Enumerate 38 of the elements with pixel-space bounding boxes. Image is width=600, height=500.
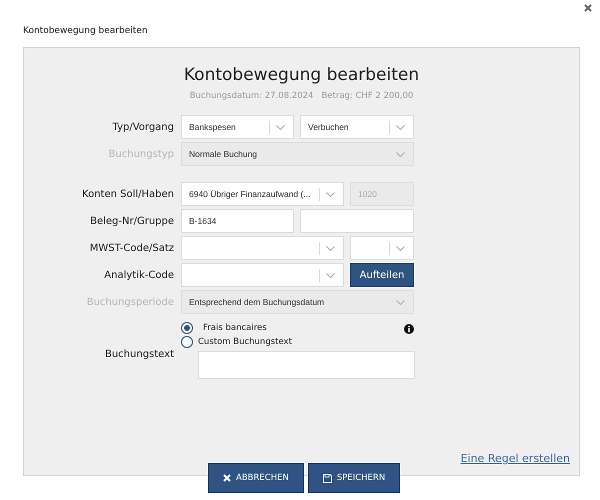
- field-label: MWST-Code/Satz: [88, 242, 175, 254]
- input-field[interactable]: B-1634: [181, 209, 294, 233]
- dropdown[interactable]: Bankspesen: [181, 115, 294, 139]
- dialog-title: Kontobewegung bearbeiten: [22, 25, 149, 38]
- field-label: Konten Soll/Haben: [81, 188, 175, 200]
- field-label: Buchungstyp: [108, 148, 175, 160]
- chevron-down-icon: [326, 192, 335, 196]
- field-label: Buchungstext: [104, 348, 175, 362]
- info-icon[interactable]: [404, 324, 414, 334]
- radio-option[interactable]: Custom Buchungstext: [181, 335, 292, 349]
- dropdown[interactable]: [181, 236, 344, 260]
- amount: Betrag: CHF 2 200,00: [321, 91, 414, 101]
- chevron-down-icon: [396, 124, 405, 130]
- chevron-down-icon: [396, 300, 405, 304]
- booking-date: Buchungsdatum: 27.08.2024: [190, 91, 314, 101]
- radio-option[interactable]: Frais bancaires: [181, 321, 267, 335]
- chevron-down-icon: [326, 246, 335, 250]
- form-heading: Kontobewegung bearbeiten: [182, 65, 420, 85]
- close-icon[interactable]: [584, 4, 592, 12]
- create-rule-link[interactable]: Eine Regel erstellen: [460, 452, 570, 465]
- chevron-down-icon: [276, 124, 285, 130]
- field-label: Buchungsperiode: [86, 296, 175, 308]
- cancel-button[interactable]: ABBRECHEN: [208, 463, 304, 493]
- save-button[interactable]: SPEICHERN: [308, 463, 400, 493]
- close-icon: [223, 474, 231, 482]
- dropdown[interactable]: [181, 263, 344, 287]
- dropdown[interactable]: 6940 Übriger Finanzaufwand (...: [181, 182, 344, 206]
- chevron-down-icon: [396, 152, 405, 156]
- dropdown[interactable]: Verbuchen: [300, 115, 414, 139]
- field-label: Beleg-Nr/Gruppe: [89, 216, 175, 226]
- input-field[interactable]: [300, 209, 414, 233]
- field-label: Analytik-Code: [103, 270, 175, 280]
- field-label: Typ/Vorgang: [112, 122, 175, 132]
- dropdown[interactable]: [350, 236, 414, 260]
- split-button[interactable]: Aufteilen: [350, 263, 414, 287]
- chevron-down-icon: [326, 272, 335, 278]
- chevron-down-icon: [396, 246, 405, 250]
- text-area[interactable]: [198, 351, 415, 379]
